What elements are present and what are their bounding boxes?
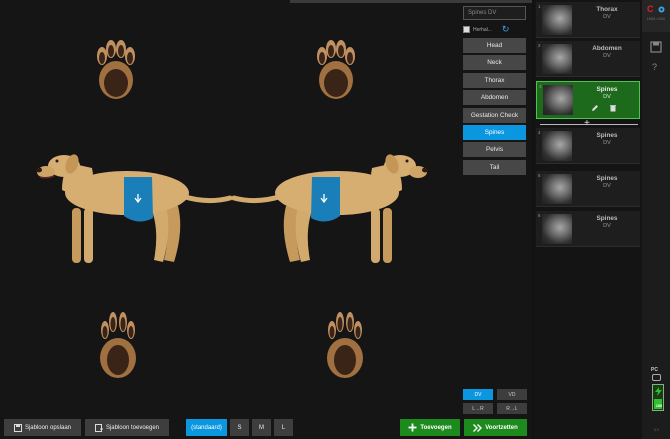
thumbnail-index: 5 bbox=[538, 173, 541, 178]
size-s-button[interactable]: S bbox=[230, 419, 249, 436]
bolt-icon bbox=[655, 387, 662, 396]
version-label: 6.0 bbox=[654, 428, 659, 432]
thumbnail-projection: DV bbox=[603, 140, 611, 146]
save-icon bbox=[13, 423, 22, 432]
app-logo: C bbox=[647, 4, 654, 14]
battery-indicator: 100 bbox=[652, 384, 664, 411]
thumbnail-name: Abdomen bbox=[592, 45, 622, 52]
projection-r-l-button[interactable]: R→L bbox=[497, 403, 527, 414]
save-template-button[interactable]: Sjabloon opslaan bbox=[4, 419, 81, 436]
thumbnail-name: Thorax bbox=[596, 6, 618, 13]
body-part-gestation-check-button[interactable]: Gestation Check bbox=[463, 107, 526, 123]
add-template-label: Sjabloon toevoegen bbox=[105, 424, 160, 431]
body-part-neck-button[interactable]: Neck bbox=[463, 55, 526, 71]
thumbnail-item[interactable]: 1 Thorax DV bbox=[536, 2, 640, 38]
projection-toggles: DV VD L→R R→L bbox=[463, 389, 527, 417]
repeat-row: Herhal... ↻ bbox=[463, 25, 527, 34]
thumbnail-projection: DV bbox=[603, 183, 611, 189]
hind-paw-right[interactable] bbox=[323, 310, 367, 382]
thumbnail-projection: DV bbox=[603, 223, 611, 229]
body-part-head-button[interactable]: Head bbox=[463, 38, 526, 53]
add-template-button[interactable]: Sjabloon toevoegen bbox=[85, 419, 169, 436]
xray-preview bbox=[542, 5, 572, 35]
body-part-panel: Spines DV Herhal... ↻ Head Neck Thorax A… bbox=[463, 6, 527, 177]
repeat-checkbox[interactable] bbox=[463, 26, 470, 33]
thumbnail-name: Spines bbox=[596, 86, 618, 93]
size-l-button[interactable]: L bbox=[274, 419, 293, 436]
battery-value: 100 bbox=[655, 404, 663, 408]
thumbnail-name: Spines bbox=[596, 215, 618, 222]
hind-paw-left[interactable] bbox=[96, 310, 140, 382]
plus-icon bbox=[408, 423, 417, 432]
size-m-button[interactable]: M bbox=[252, 419, 271, 436]
xray-preview bbox=[543, 85, 573, 115]
thumbnail-item-selected[interactable]: 3 Spines DV bbox=[536, 81, 640, 119]
body-part-field[interactable]: Spines DV bbox=[463, 6, 526, 20]
save-template-label: Sjabloon opslaan bbox=[24, 424, 72, 431]
body-part-list: Head Neck Thorax Abdomen Gestation Check… bbox=[463, 38, 527, 175]
body-part-spines-button[interactable]: Spines bbox=[463, 124, 526, 140]
thumbnail-projection: DV bbox=[603, 94, 611, 100]
add-template-icon bbox=[94, 423, 103, 432]
body-part-tail-button[interactable]: Tail bbox=[463, 159, 526, 175]
thumbnail-item[interactable]: 5 Spines DV bbox=[536, 171, 640, 207]
add-button[interactable]: Toevoegen bbox=[400, 419, 460, 436]
projection-dv-button[interactable]: DV bbox=[463, 389, 493, 400]
settings-icon[interactable] bbox=[657, 5, 666, 14]
projection-l-r-button[interactable]: L→R bbox=[463, 403, 493, 414]
logo-area: C LH01 • D41 bbox=[642, 0, 670, 32]
forward-icon bbox=[473, 423, 483, 432]
front-paw-right[interactable] bbox=[313, 38, 359, 104]
dog-model-left[interactable] bbox=[32, 148, 232, 268]
thumbnail-actions bbox=[591, 104, 617, 112]
continue-button[interactable]: Voortzetten bbox=[464, 419, 527, 436]
thumbnail-item[interactable]: 2 Abdomen DV bbox=[536, 41, 640, 77]
thumbnail-projection: DV bbox=[603, 14, 611, 20]
viewport-top-strip bbox=[290, 0, 532, 3]
thumbnail-item[interactable]: 4 Spines DV bbox=[536, 128, 640, 164]
thumbnail-item[interactable]: 6 Spines DV bbox=[536, 211, 640, 247]
add-label: Toevoegen bbox=[420, 424, 452, 431]
thumbnail-index: 6 bbox=[538, 213, 541, 218]
edit-icon[interactable] bbox=[591, 104, 599, 112]
xray-preview bbox=[542, 131, 572, 161]
thumbnail-name: Spines bbox=[596, 132, 618, 139]
insert-plus-icon[interactable]: + bbox=[584, 119, 590, 129]
logo-subtitle: LH01 • D41 bbox=[647, 17, 665, 21]
help-icon[interactable]: ? bbox=[652, 62, 657, 72]
thumbnail-name: Spines bbox=[596, 175, 618, 182]
thumbnail-strip: 1 Thorax DV 2 Abdomen DV 3 Spines DV 4 S… bbox=[534, 0, 642, 439]
right-rail: C LH01 • D41 ? PC bbox=[642, 0, 670, 439]
size-standard-button[interactable]: (standaard) bbox=[186, 419, 227, 436]
thumbnail-index: 3 bbox=[539, 84, 542, 89]
thumbnail-projection: DV bbox=[603, 53, 611, 59]
body-part-pelvis-button[interactable]: Pelvis bbox=[463, 142, 526, 158]
xray-preview bbox=[542, 174, 572, 204]
anatomy-viewport[interactable]: Spines DV Herhal... ↻ Head Neck Thorax A… bbox=[0, 0, 532, 439]
projection-vd-button[interactable]: VD bbox=[497, 389, 527, 400]
thumbnail-index: 4 bbox=[538, 130, 541, 135]
pc-label: PC bbox=[651, 367, 658, 373]
thumbnail-index: 1 bbox=[538, 4, 541, 9]
xray-preview bbox=[542, 44, 572, 74]
body-part-thorax-button[interactable]: Thorax bbox=[463, 72, 526, 88]
body-part-abdomen-button[interactable]: Abdomen bbox=[463, 90, 526, 106]
pc-icon bbox=[652, 374, 661, 381]
xray-preview bbox=[542, 214, 572, 244]
save-icon[interactable] bbox=[650, 41, 662, 53]
delete-icon[interactable] bbox=[609, 104, 617, 112]
continue-label: Voortzetten bbox=[485, 424, 518, 431]
thumbnail-index: 2 bbox=[538, 43, 541, 48]
front-paw-left[interactable] bbox=[93, 38, 139, 104]
repeat-icon[interactable]: ↻ bbox=[502, 25, 510, 34]
repeat-label: Herhal... bbox=[473, 26, 492, 33]
dog-model-right[interactable] bbox=[232, 148, 432, 268]
